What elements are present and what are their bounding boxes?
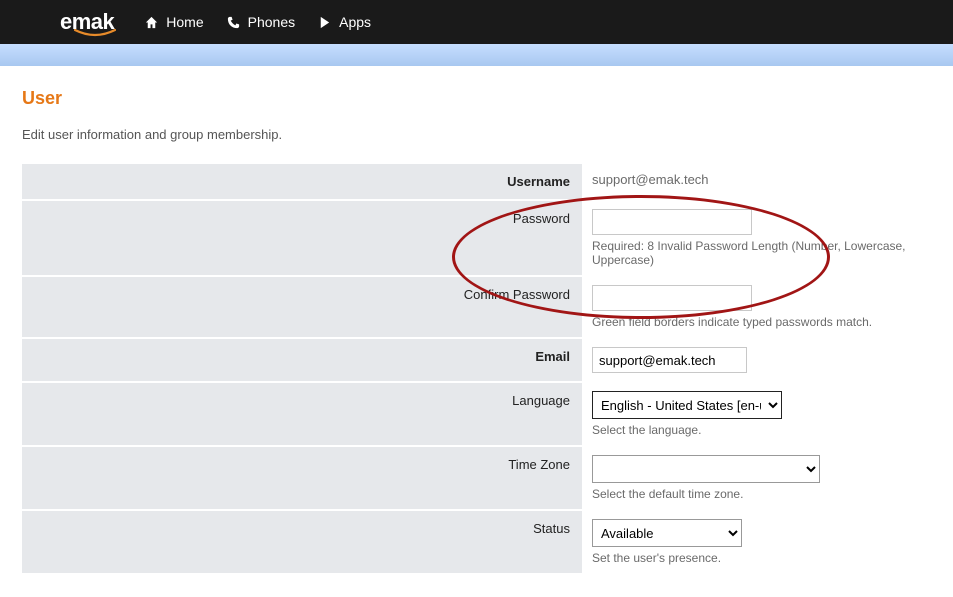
label-email: Email bbox=[22, 338, 582, 382]
nav-phones[interactable]: Phones bbox=[226, 14, 295, 30]
hint-password: Required: 8 Invalid Password Length (Num… bbox=[592, 239, 921, 267]
language-select[interactable]: English - United States [en-us] bbox=[592, 391, 782, 419]
row-confirm-password: Confirm Password Green field borders ind… bbox=[22, 276, 931, 338]
phone-icon bbox=[226, 15, 241, 30]
row-status: Status Available Set the user's presence… bbox=[22, 510, 931, 574]
nav-home[interactable]: Home bbox=[144, 14, 203, 30]
nav-apps-label: Apps bbox=[339, 14, 371, 30]
hint-status: Set the user's presence. bbox=[592, 551, 921, 565]
status-select[interactable]: Available bbox=[592, 519, 742, 547]
row-password: Password Required: 8 Invalid Password Le… bbox=[22, 200, 931, 276]
nav-phones-label: Phones bbox=[248, 14, 295, 30]
value-username: support@emak.tech bbox=[592, 172, 709, 187]
top-nav: emak Home Phones Apps bbox=[0, 0, 953, 44]
page-subtitle: Edit user information and group membersh… bbox=[22, 127, 931, 142]
label-language: Language bbox=[22, 382, 582, 446]
user-form: Username support@emak.tech Password Requ… bbox=[22, 164, 931, 575]
page-title: User bbox=[22, 88, 931, 109]
label-timezone: Time Zone bbox=[22, 446, 582, 510]
play-icon bbox=[317, 15, 332, 30]
label-username: Username bbox=[22, 164, 582, 200]
password-field[interactable] bbox=[592, 209, 752, 235]
confirm-password-field[interactable] bbox=[592, 285, 752, 311]
hint-language: Select the language. bbox=[592, 423, 921, 437]
brand-swoosh-icon bbox=[74, 29, 116, 37]
label-password: Password bbox=[22, 200, 582, 276]
hint-timezone: Select the default time zone. bbox=[592, 487, 921, 501]
row-username: Username support@emak.tech bbox=[22, 164, 931, 200]
row-language: Language English - United States [en-us]… bbox=[22, 382, 931, 446]
label-confirm-password: Confirm Password bbox=[22, 276, 582, 338]
brand-logo[interactable]: emak bbox=[60, 9, 114, 35]
accent-bar bbox=[0, 44, 953, 66]
nav-apps[interactable]: Apps bbox=[317, 14, 371, 30]
email-field[interactable] bbox=[592, 347, 747, 373]
nav-home-label: Home bbox=[166, 14, 203, 30]
row-email: Email bbox=[22, 338, 931, 382]
home-icon bbox=[144, 15, 159, 30]
timezone-select[interactable] bbox=[592, 455, 820, 483]
label-status: Status bbox=[22, 510, 582, 574]
row-timezone: Time Zone Select the default time zone. bbox=[22, 446, 931, 510]
hint-confirm-password: Green field borders indicate typed passw… bbox=[592, 315, 921, 329]
page-content: User Edit user information and group mem… bbox=[0, 66, 953, 597]
